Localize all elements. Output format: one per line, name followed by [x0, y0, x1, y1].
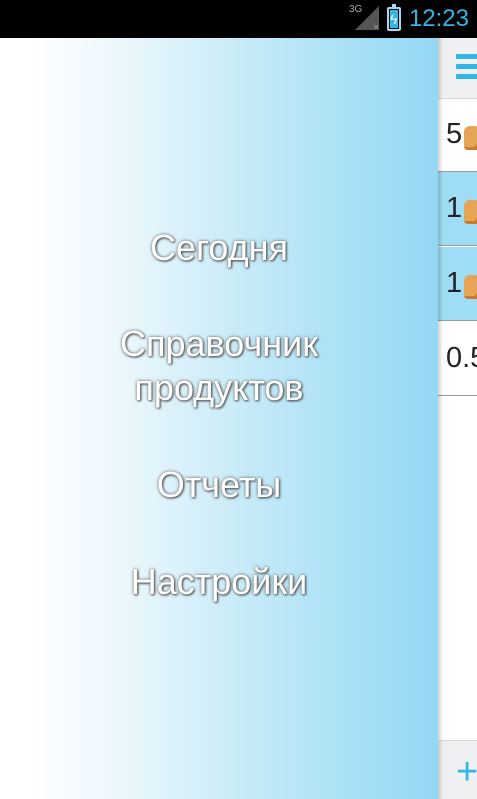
status-time: 12:23 [408, 5, 469, 32]
signal-3g-icon: 3G × [348, 4, 379, 32]
drawer-item-reports[interactable]: Отчеты [0, 463, 438, 507]
food-icon [464, 275, 477, 299]
battery-charging-icon: ϟ [386, 4, 401, 31]
main-content: 5 1 1 0.5 + [438, 38, 477, 799]
item-quantity: 5 [446, 118, 463, 150]
food-icon [464, 200, 477, 224]
navigation-drawer: Сегодня Справочник продуктов Отчеты Наст… [0, 38, 438, 799]
list-item[interactable]: 0.5 [438, 322, 477, 396]
status-bar: 3G × ϟ 12:23 [0, 0, 477, 38]
item-quantity: 1 [446, 267, 463, 299]
bottom-bar: + [438, 740, 477, 799]
drawer-shadow [438, 38, 443, 799]
item-quantity: 0.5 [446, 342, 477, 374]
drawer-item-product-catalog[interactable]: Справочник продуктов [0, 322, 438, 410]
menu-icon[interactable] [456, 54, 477, 82]
food-icon [464, 126, 477, 150]
drawer-item-product-catalog-label: Справочник продуктов [120, 323, 318, 408]
item-quantity: 1 [446, 192, 463, 224]
status-icons: 3G × ϟ 12:23 [348, 0, 469, 38]
list-item[interactable]: 5 [438, 98, 477, 172]
drawer-item-settings[interactable]: Настройки [0, 560, 438, 604]
toolbar [438, 38, 477, 99]
list-item[interactable]: 1 [438, 172, 477, 246]
add-icon[interactable]: + [456, 753, 477, 791]
network-type: 3G [348, 4, 363, 15]
drawer-item-today[interactable]: Сегодня [0, 226, 438, 270]
list-item[interactable]: 1 [438, 247, 477, 321]
